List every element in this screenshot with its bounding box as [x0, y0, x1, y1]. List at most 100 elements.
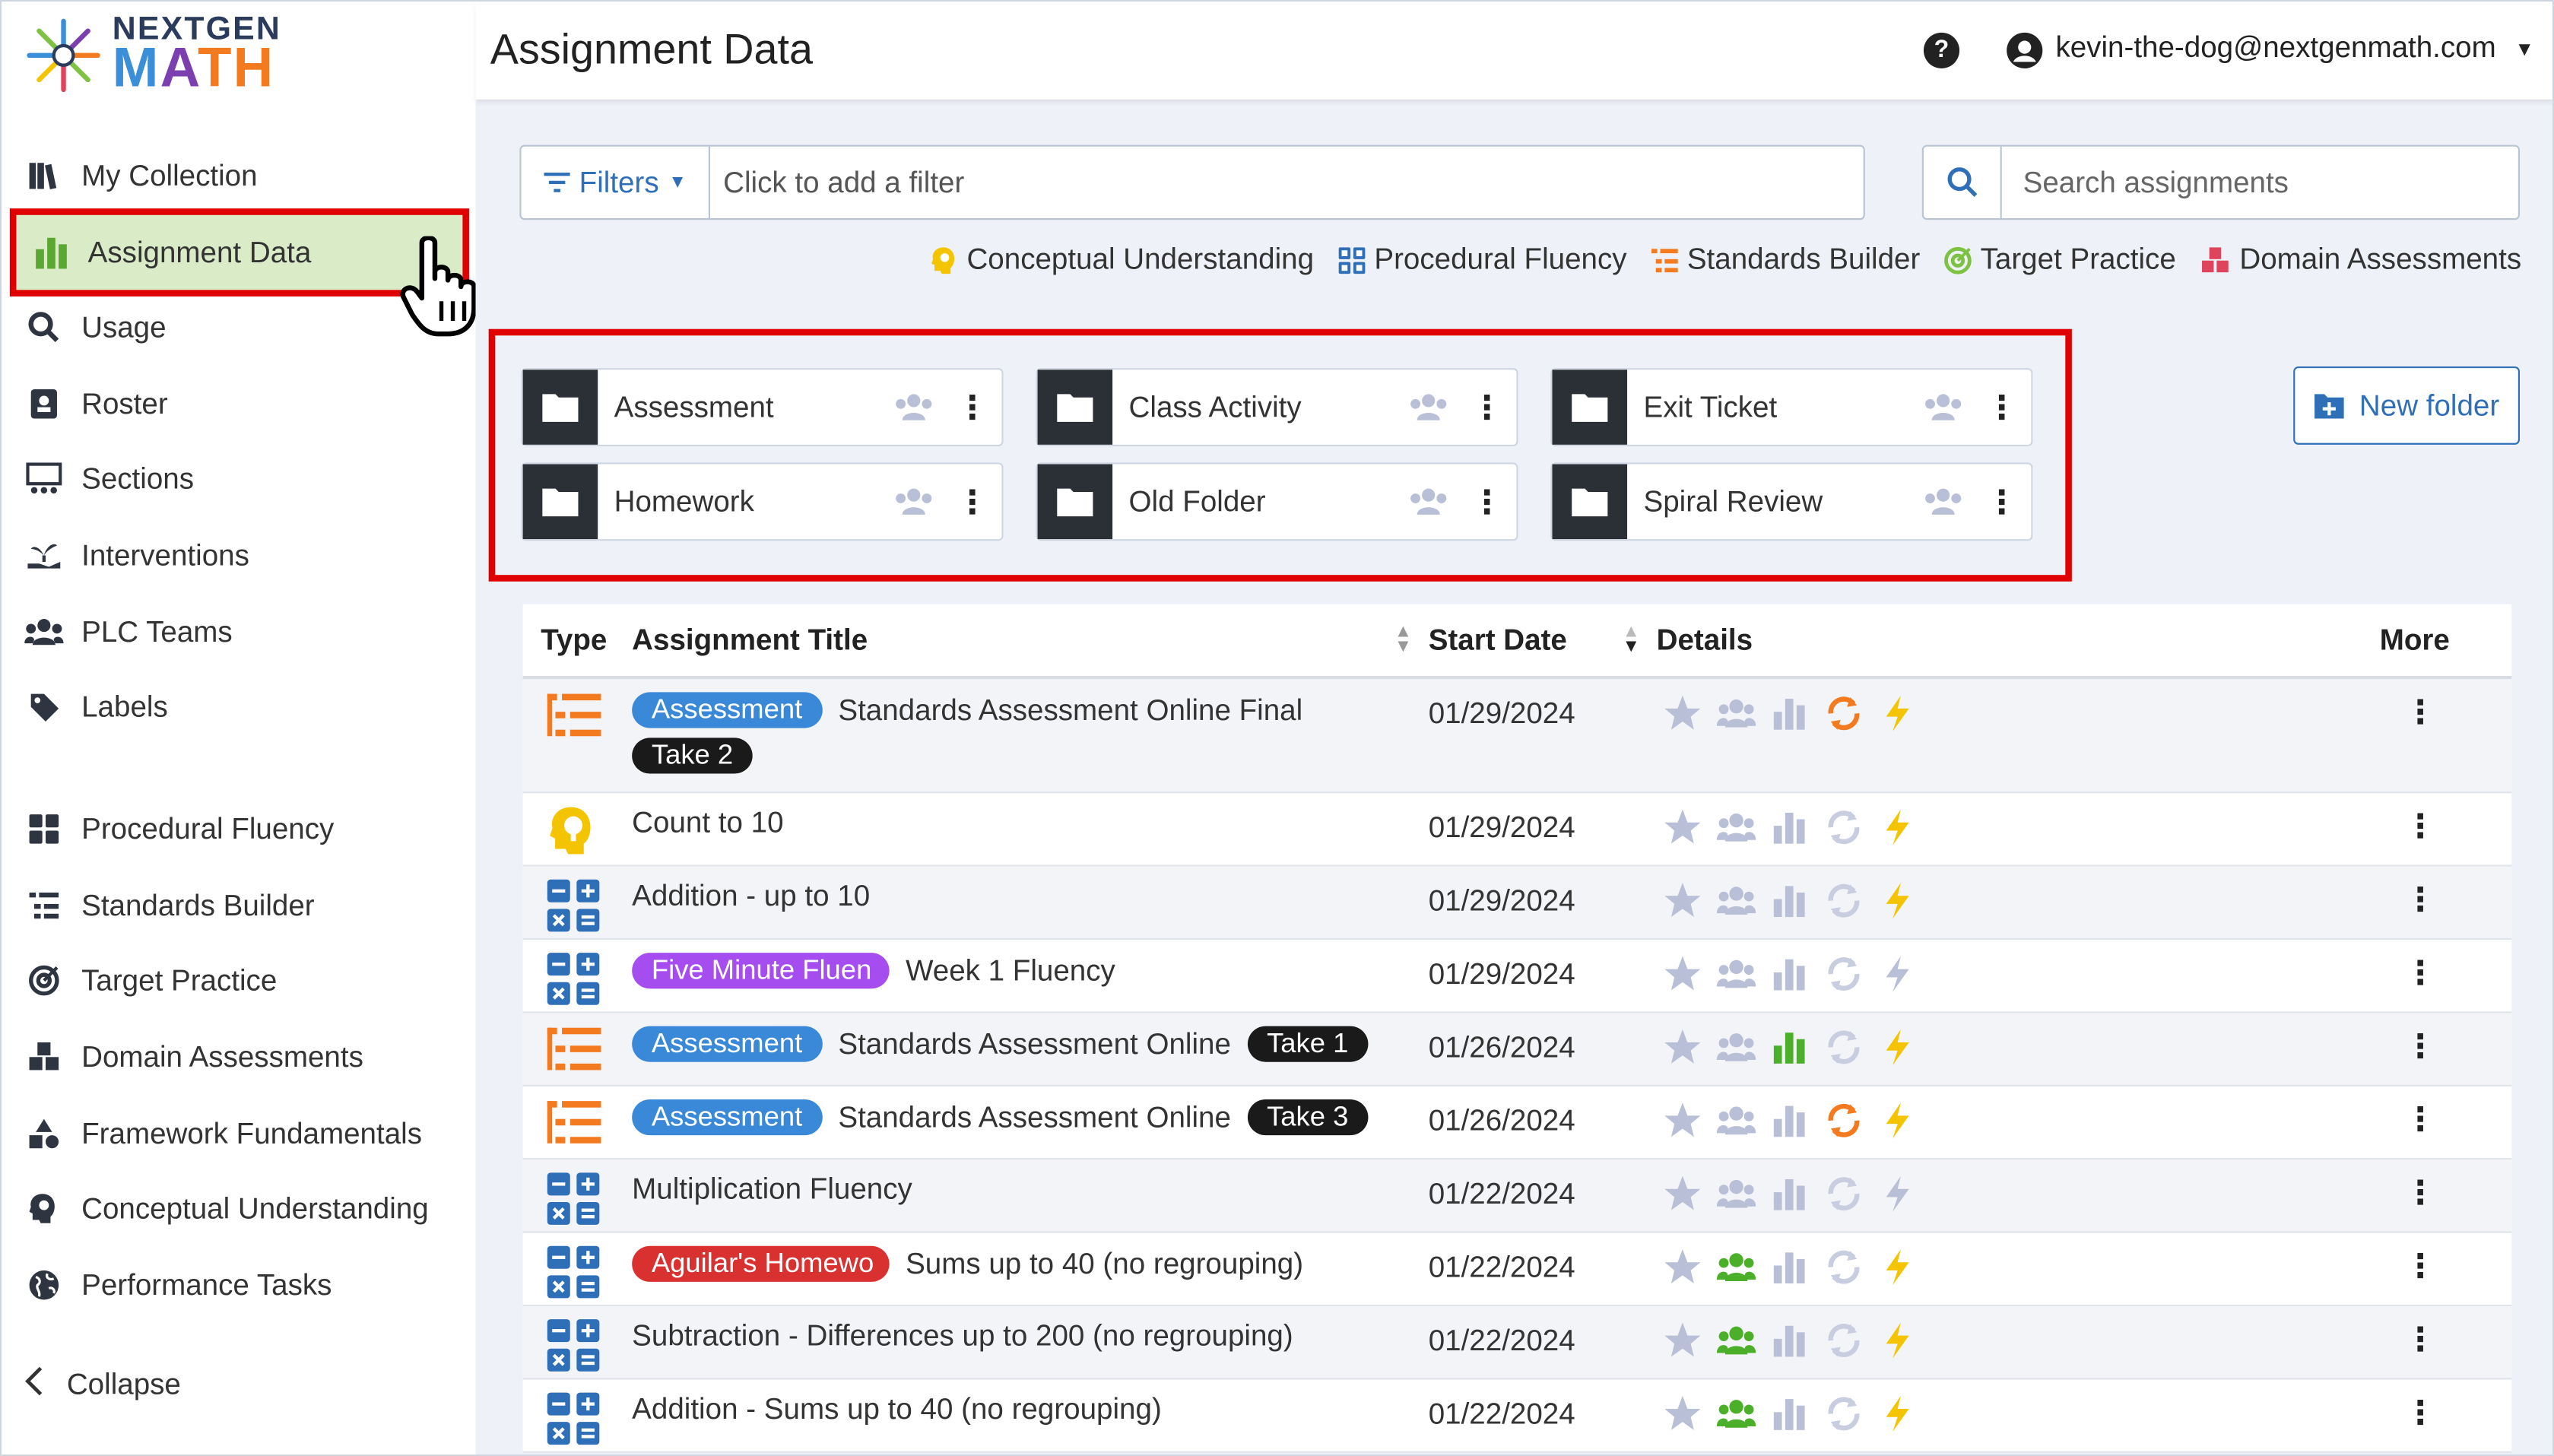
- lightning-bolt-icon[interactable]: [1878, 881, 1917, 920]
- cycle-icon[interactable]: [1824, 954, 1863, 993]
- lightning-bolt-icon[interactable]: [1878, 954, 1917, 993]
- folder-homework[interactable]: Homework ⋮: [521, 462, 1004, 541]
- bar-chart-icon[interactable]: [1771, 1028, 1810, 1067]
- cycle-icon[interactable]: [1824, 1248, 1863, 1286]
- cycle-icon[interactable]: [1824, 1175, 1863, 1213]
- sidebar-item-procedural-fluency[interactable]: Procedural Fluency: [24, 797, 464, 862]
- table-row[interactable]: Subtraction - Differences up to 200 (no …: [522, 1306, 2512, 1380]
- group-icon[interactable]: [1716, 1175, 1756, 1213]
- bar-chart-icon[interactable]: [1771, 1175, 1810, 1213]
- star-icon[interactable]: [1663, 881, 1702, 920]
- star-icon[interactable]: [1663, 1028, 1702, 1067]
- star-icon[interactable]: [1663, 1394, 1702, 1433]
- bar-chart-icon[interactable]: [1771, 881, 1810, 920]
- star-icon[interactable]: [1663, 1175, 1702, 1213]
- assignment-title[interactable]: Sums up to 40 (no regrouping): [906, 1247, 1303, 1281]
- shared-group-icon[interactable]: [1409, 391, 1448, 423]
- bar-chart-icon[interactable]: [1771, 1248, 1810, 1286]
- sidebar-item-roster[interactable]: Roster: [24, 371, 464, 436]
- lightning-bolt-icon[interactable]: [1878, 694, 1917, 733]
- star-icon[interactable]: [1663, 954, 1702, 993]
- group-icon[interactable]: [1716, 1394, 1756, 1433]
- lightning-bolt-icon[interactable]: [1878, 1321, 1917, 1359]
- lightning-bolt-icon[interactable]: [1878, 1101, 1917, 1140]
- assignment-title[interactable]: Addition - up to 10: [632, 880, 870, 914]
- row-more-menu-icon[interactable]: ⋮: [2404, 1393, 2437, 1434]
- table-row[interactable]: Assessment Standards Assessment Online Tak…: [522, 1013, 2512, 1086]
- group-icon[interactable]: [1716, 954, 1756, 993]
- filters-button[interactable]: Filters ▼: [522, 146, 710, 219]
- cycle-icon[interactable]: [1824, 1101, 1863, 1140]
- lightning-bolt-icon[interactable]: [1878, 1394, 1917, 1433]
- sidebar-item-performance-tasks[interactable]: Performance Tasks: [24, 1252, 464, 1318]
- group-icon[interactable]: [1716, 881, 1756, 920]
- row-more-menu-icon[interactable]: ⋮: [2404, 1246, 2437, 1287]
- bar-chart-icon[interactable]: [1771, 1394, 1810, 1433]
- assignment-title[interactable]: Multiplication Fluency: [632, 1172, 912, 1207]
- shared-group-icon[interactable]: [894, 485, 933, 518]
- search-input[interactable]: Search assignments: [2023, 167, 2289, 201]
- bar-chart-icon[interactable]: [1771, 808, 1810, 847]
- row-more-menu-icon[interactable]: ⋮: [2404, 692, 2437, 733]
- new-folder-button[interactable]: New folder: [2293, 366, 2520, 445]
- assignment-title[interactable]: Standards Assessment Online: [838, 1100, 1231, 1134]
- cycle-icon[interactable]: [1824, 1028, 1863, 1067]
- group-icon[interactable]: [1716, 694, 1756, 733]
- collapse-button[interactable]: Collapse: [24, 1366, 181, 1404]
- folder-more-menu-icon[interactable]: ⋮: [956, 387, 988, 428]
- table-row[interactable]: Assessment Standards Assessment Online Fi…: [522, 679, 2512, 794]
- table-row[interactable]: Five Minute Fluen Week 1 Fluency 01/29/202…: [522, 940, 2512, 1013]
- bar-chart-icon[interactable]: [1771, 954, 1810, 993]
- star-icon[interactable]: [1663, 808, 1702, 847]
- lightning-bolt-icon[interactable]: [1878, 1248, 1917, 1286]
- folder-more-menu-icon[interactable]: ⋮: [1985, 481, 2018, 522]
- sidebar-item-interventions[interactable]: Interventions: [24, 523, 464, 588]
- assignment-title[interactable]: Subtraction - Differences up to 200 (no …: [632, 1319, 1293, 1353]
- folder-assessment[interactable]: Assessment ⋮: [521, 368, 1004, 446]
- group-icon[interactable]: [1716, 808, 1756, 847]
- table-row[interactable]: Addition - Sums up to 40 (no regrouping)…: [522, 1379, 2512, 1453]
- sort-both-icon[interactable]: ▲ ▼: [1394, 623, 1412, 655]
- row-more-menu-icon[interactable]: ⋮: [2404, 806, 2437, 847]
- cycle-icon[interactable]: [1824, 1394, 1863, 1433]
- user-email[interactable]: kevin-the-dog@nextgenmath.com: [2055, 31, 2495, 65]
- folder-exit-ticket[interactable]: Exit Ticket ⋮: [1550, 368, 2033, 446]
- star-icon[interactable]: [1663, 1101, 1702, 1140]
- row-more-menu-icon[interactable]: ⋮: [2404, 1172, 2437, 1213]
- filter-input[interactable]: Click to add a filter: [723, 167, 964, 201]
- sidebar-item-usage[interactable]: Usage: [24, 295, 464, 360]
- shared-group-icon[interactable]: [1924, 391, 1962, 423]
- cycle-icon[interactable]: [1824, 694, 1863, 733]
- bar-chart-icon[interactable]: [1771, 1321, 1810, 1359]
- table-row[interactable]: Aguilar's Homewo Sums up to 40 (no regrou…: [522, 1233, 2512, 1307]
- folder-old-folder[interactable]: Old Folder ⋮: [1036, 462, 1518, 541]
- table-row[interactable]: Multiplication Fluency 01/22/2024 ⋮: [522, 1159, 2512, 1233]
- sidebar-item-my-collection[interactable]: My Collection: [24, 144, 464, 209]
- caret-down-icon[interactable]: ▼: [2515, 37, 2534, 60]
- folder-more-menu-icon[interactable]: ⋮: [1471, 387, 1503, 428]
- sort-desc-icon[interactable]: ▲ ▼: [1623, 623, 1640, 655]
- row-more-menu-icon[interactable]: ⋮: [2404, 953, 2437, 994]
- shared-group-icon[interactable]: [894, 391, 933, 423]
- star-icon[interactable]: [1663, 1321, 1702, 1359]
- star-icon[interactable]: [1663, 694, 1702, 733]
- column-header-start-date[interactable]: Start Date: [1429, 623, 1567, 657]
- table-row[interactable]: Addition - up to 10 01/29/2024 ⋮: [522, 866, 2512, 941]
- sidebar-item-target-practice[interactable]: Target Practice: [24, 948, 464, 1013]
- sidebar-item-labels[interactable]: Labels: [24, 674, 464, 740]
- row-more-menu-icon[interactable]: ⋮: [2404, 880, 2437, 921]
- group-icon[interactable]: [1716, 1028, 1756, 1067]
- folder-more-menu-icon[interactable]: ⋮: [956, 481, 988, 522]
- row-more-menu-icon[interactable]: ⋮: [2404, 1026, 2437, 1067]
- folder-spiral-review[interactable]: Spiral Review ⋮: [1550, 462, 2033, 541]
- cycle-icon[interactable]: [1824, 808, 1863, 847]
- assignment-title[interactable]: Addition - Sums up to 40 (no regrouping): [632, 1393, 1162, 1427]
- row-more-menu-icon[interactable]: ⋮: [2404, 1319, 2437, 1360]
- sidebar-item-conceptual-understanding[interactable]: Conceptual Understanding: [24, 1176, 464, 1242]
- bar-chart-icon[interactable]: [1771, 694, 1810, 733]
- bar-chart-icon[interactable]: [1771, 1101, 1810, 1140]
- lightning-bolt-icon[interactable]: [1878, 1028, 1917, 1067]
- assignment-title[interactable]: Standards Assessment Online: [838, 1027, 1231, 1061]
- shared-group-icon[interactable]: [1924, 485, 1962, 518]
- sidebar-item-standards-builder[interactable]: Standards Builder: [24, 873, 464, 938]
